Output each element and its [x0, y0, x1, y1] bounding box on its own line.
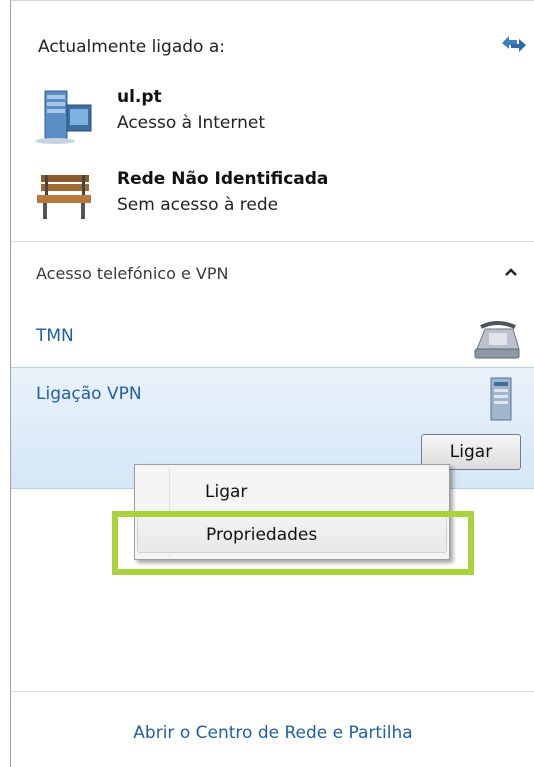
network-status: Sem acesso à rede [117, 195, 279, 215]
menu-item-ligar[interactable]: Ligar [137, 473, 447, 511]
chevron-up-icon[interactable] [504, 266, 518, 278]
server-network-icon [35, 90, 92, 144]
network-entry-unidentified[interactable]: Rede Não Identificada Sem acesso à rede [33, 169, 523, 229]
refresh-arrows-icon[interactable] [499, 33, 529, 55]
connection-tmn[interactable]: TMN [11, 311, 534, 367]
network-entry-ulpt[interactable]: ul.pt Acesso à Internet [33, 87, 523, 147]
connection-label: Ligação VPN [36, 384, 142, 404]
vpn-server-icon [490, 377, 512, 421]
connected-section: Actualmente ligado a: ul.pt Acesso à Int… [11, 1, 534, 241]
annotation-highlight-box [112, 511, 474, 575]
connected-header: Actualmente ligado a: [38, 37, 225, 57]
section-divider [11, 241, 534, 242]
footer-divider [11, 691, 534, 692]
park-bench-icon [37, 175, 91, 219]
network-name: Rede Não Identificada [117, 169, 329, 189]
connection-label: TMN [36, 326, 74, 346]
network-name: ul.pt [117, 87, 162, 107]
phone-modem-icon [474, 321, 520, 359]
dialup-vpn-header: Acesso telefónico e VPN [36, 264, 229, 283]
menu-item-label: Ligar [205, 482, 248, 502]
network-status: Acesso à Internet [117, 113, 265, 133]
network-flyout: Actualmente ligado a: ul.pt Acesso à Int… [10, 0, 534, 767]
network-sharing-center-link[interactable]: Abrir o Centro de Rede e Partilha [11, 723, 534, 743]
